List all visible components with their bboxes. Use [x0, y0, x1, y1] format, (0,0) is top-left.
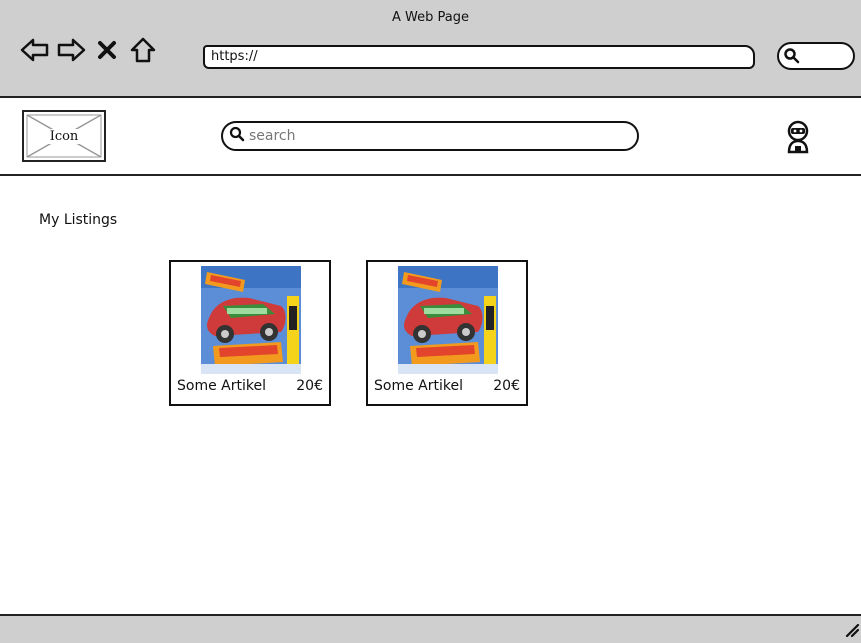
browser-nav: [20, 33, 158, 67]
browser-chrome: A Web Page https://: [0, 0, 861, 98]
listing-card[interactable]: Some Artikel 20€: [169, 260, 331, 406]
search-placeholder: search: [249, 128, 296, 144]
user-avatar-icon[interactable]: [785, 120, 811, 154]
section-title: My Listings: [39, 212, 118, 228]
listing-name: Some Artikel: [374, 378, 463, 394]
search-icon: [229, 126, 245, 146]
logo-label: Icon: [47, 128, 81, 144]
window-title: A Web Page: [392, 10, 469, 25]
back-arrow-icon[interactable]: [20, 35, 50, 65]
listing-name: Some Artikel: [177, 378, 266, 394]
listing-price: 20€: [493, 378, 520, 394]
listing-card[interactable]: Some Artikel 20€: [366, 260, 528, 406]
listing-price: 20€: [296, 378, 323, 394]
close-x-icon[interactable]: [92, 35, 122, 65]
home-icon[interactable]: [128, 35, 158, 65]
resize-grip-icon[interactable]: [843, 621, 860, 641]
logo[interactable]: Icon: [22, 110, 106, 162]
address-bar[interactable]: https://: [203, 45, 755, 69]
search-input[interactable]: search: [221, 121, 639, 151]
toy-car-image: [201, 266, 301, 374]
listing-meta: Some Artikel 20€: [177, 378, 323, 394]
search-icon: [783, 47, 801, 69]
listing-meta: Some Artikel 20€: [374, 378, 520, 394]
app-header: Icon search: [0, 98, 861, 176]
forward-arrow-icon[interactable]: [56, 35, 86, 65]
browser-search-field[interactable]: [777, 42, 855, 70]
toy-car-image: [398, 266, 498, 374]
browser-status-bar: [0, 614, 861, 643]
address-text: https://: [211, 49, 258, 64]
